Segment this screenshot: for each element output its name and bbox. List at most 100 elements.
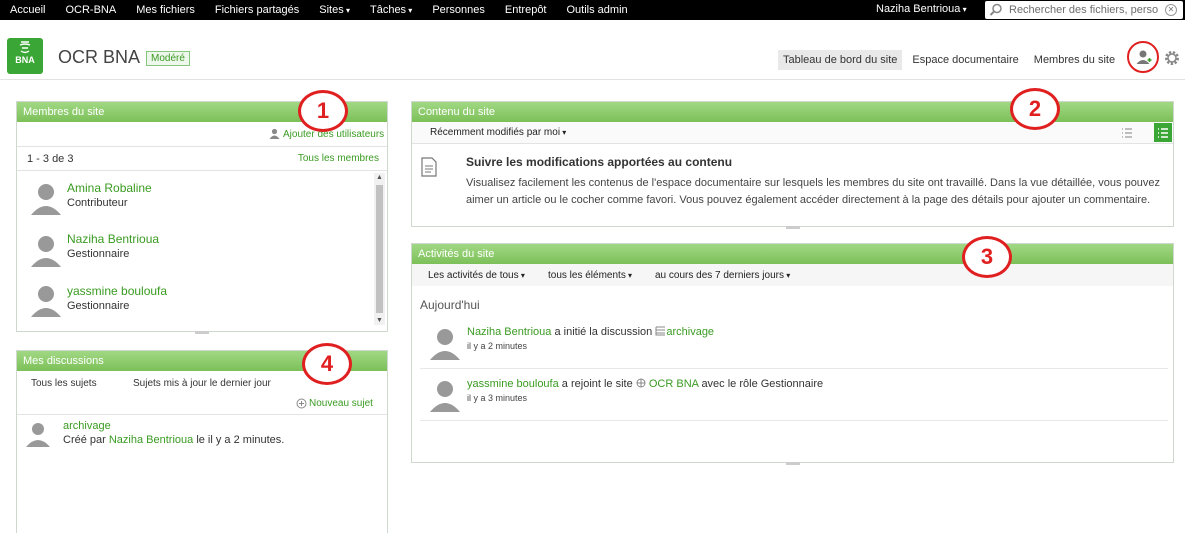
discussion-meta: Créé par Naziha Bentrioua le il y a 2 mi… — [63, 434, 284, 446]
nav-sites-dropdown[interactable]: Sites — [319, 4, 350, 16]
scroll-down-arrow[interactable]: ▼ — [376, 317, 383, 324]
filter-periode-dropdown[interactable]: Sujets mis à jour le dernier jour — [133, 378, 271, 389]
nav-fichiers-partages[interactable]: Fichiers partagés — [215, 4, 299, 16]
activity-text: Naziha Bentrioua a initié la discussion … — [467, 326, 714, 338]
avatar — [26, 423, 50, 447]
site-header: BNA OCR BNA Modéré Tableau de bord du si… — [0, 20, 1185, 80]
discussion-title[interactable]: archivage — [63, 420, 111, 432]
member-name[interactable]: yassmine bouloufa — [67, 284, 167, 298]
list-item: archivage Créé par Naziha Bentrioua le i… — [17, 415, 387, 455]
new-topic-link[interactable]: Nouveau sujet — [309, 398, 373, 409]
activities-when-dropdown[interactable]: au cours des 7 derniers jours — [655, 270, 790, 281]
detail-view-button[interactable] — [1154, 123, 1172, 142]
search-box[interactable]: Rechercher des fichiers, perso ✕ — [985, 1, 1183, 19]
tab-espace-documentaire[interactable]: Espace documentaire — [907, 50, 1023, 70]
nav-mes-fichiers[interactable]: Mes fichiers — [136, 4, 195, 16]
all-members-link[interactable]: Tous les membres — [298, 153, 379, 164]
activity-text: yassmine bouloufa a rejoint le site OCR … — [467, 378, 823, 390]
avatar — [430, 381, 460, 412]
activity-time: il y a 3 minutes — [467, 393, 528, 403]
search-icon — [989, 3, 1002, 16]
logo-glyph-icon — [19, 41, 31, 54]
resize-handle[interactable] — [785, 462, 800, 465]
site-nav: Tableau de bord du site Espace documenta… — [778, 50, 1120, 70]
site-visibility-badge: Modéré — [146, 51, 190, 66]
tab-membres-du-site[interactable]: Membres du site — [1029, 50, 1120, 70]
members-panel: Membres du site Ajouter des utilisateurs… — [16, 101, 388, 334]
logo-text: BNA — [15, 55, 35, 65]
member-role: Contributeur — [67, 197, 128, 209]
filter-sujets-dropdown[interactable]: Tous les sujets — [31, 378, 97, 389]
add-circle-icon — [296, 398, 307, 409]
resize-handle[interactable] — [195, 331, 209, 334]
avatar — [31, 184, 61, 215]
content-panel: Contenu du site Récemment modifiés par m… — [411, 101, 1174, 229]
activity-target[interactable]: OCR BNA — [649, 378, 699, 390]
clear-search-icon[interactable]: ✕ — [1165, 4, 1177, 16]
detail-view-icon — [1158, 128, 1168, 138]
list-item: Naziha Bentrioua a initié la discussion … — [420, 318, 1168, 369]
app-nav: Accueil OCR-BNA Mes fichiers Fichiers pa… — [0, 0, 638, 20]
site-logo[interactable]: BNA — [7, 38, 43, 74]
activity-action: a initié la discussion — [554, 326, 653, 338]
add-user-button[interactable] — [1127, 41, 1159, 73]
content-heading: Suivre les modifications apportées au co… — [466, 155, 733, 169]
activities-panel-title: Activités du site — [412, 244, 1173, 264]
list-item: Naziha Bentrioua Gestionnaire — [17, 223, 372, 275]
activities-panel: Activités du site Les activités de tous … — [411, 243, 1174, 465]
avatar — [430, 329, 460, 360]
site-icon — [636, 378, 646, 388]
content-filter-dropdown[interactable]: Récemment modifiés par moi — [430, 127, 566, 138]
document-icon — [421, 157, 437, 177]
annotation-marker-1: 1 — [298, 90, 348, 132]
nav-taches-dropdown[interactable]: Tâches — [370, 4, 412, 16]
list-view-icon[interactable] — [1121, 127, 1133, 139]
discussion-author[interactable]: Naziha Bentrioua — [109, 434, 193, 446]
activities-who-dropdown[interactable]: Les activités de tous — [428, 270, 525, 281]
site-title: OCR BNA — [58, 47, 141, 67]
scroll-up-arrow[interactable]: ▲ — [376, 174, 383, 181]
activity-target[interactable]: archivage — [666, 326, 714, 338]
nav-accueil[interactable]: Accueil — [10, 4, 45, 16]
user-icon — [269, 128, 280, 139]
search-input[interactable]: Rechercher des fichiers, perso — [1009, 4, 1161, 16]
user-menu[interactable]: Naziha Bentrioua — [876, 3, 967, 15]
annotation-marker-4: 4 — [302, 343, 352, 385]
created-time: le il y a 2 minutes. — [196, 434, 285, 446]
members-count: 1 - 3 de 3 — [27, 153, 74, 165]
nav-entrepot[interactable]: Entrepôt — [505, 4, 547, 16]
discussion-icon — [655, 326, 666, 336]
add-users-link[interactable]: Ajouter des utilisateurs — [283, 129, 384, 140]
content-body: Visualisez facilement les contenus de l'… — [466, 177, 1161, 206]
created-by-label: Créé par — [63, 434, 106, 446]
member-name[interactable]: Naziha Bentrioua — [67, 232, 159, 246]
nav-personnes[interactable]: Personnes — [432, 4, 485, 16]
avatar — [31, 286, 61, 317]
activity-user[interactable]: Naziha Bentrioua — [467, 326, 551, 338]
member-role: Gestionnaire — [67, 248, 130, 260]
activities-day-heading: Aujourd'hui — [420, 298, 480, 312]
activity-time: il y a 2 minutes — [467, 341, 528, 351]
add-user-icon — [1136, 50, 1152, 64]
nav-outils-admin[interactable]: Outils admin — [567, 4, 628, 16]
list-item: yassmine bouloufa a rejoint le site OCR … — [420, 370, 1168, 421]
activity-user[interactable]: yassmine bouloufa — [467, 378, 559, 390]
annotation-marker-3: 3 — [962, 236, 1012, 278]
activity-suffix: avec le rôle Gestionnaire — [701, 378, 824, 390]
activity-action: a rejoint le site — [561, 378, 633, 390]
tab-tableau-de-bord[interactable]: Tableau de bord du site — [778, 50, 903, 70]
list-item: yassmine bouloufa Gestionnaire — [17, 275, 372, 327]
scrollbar[interactable]: ▲ ▼ — [374, 173, 385, 325]
annotation-marker-2: 2 — [1010, 88, 1060, 130]
nav-ocr-bna[interactable]: OCR-BNA — [65, 4, 116, 16]
activities-what-dropdown[interactable]: tous les éléments — [548, 270, 632, 281]
members-list: Amina Robaline Contributeur Naziha Bentr… — [17, 171, 387, 327]
gear-icon[interactable] — [1164, 50, 1180, 66]
resize-handle[interactable] — [785, 226, 800, 229]
top-bar: Accueil OCR-BNA Mes fichiers Fichiers pa… — [0, 0, 1185, 20]
scrollbar-thumb[interactable] — [376, 185, 383, 313]
member-role: Gestionnaire — [67, 300, 130, 312]
avatar — [31, 236, 61, 267]
member-name[interactable]: Amina Robaline — [67, 181, 152, 195]
list-item: Amina Robaline Contributeur — [17, 171, 372, 223]
